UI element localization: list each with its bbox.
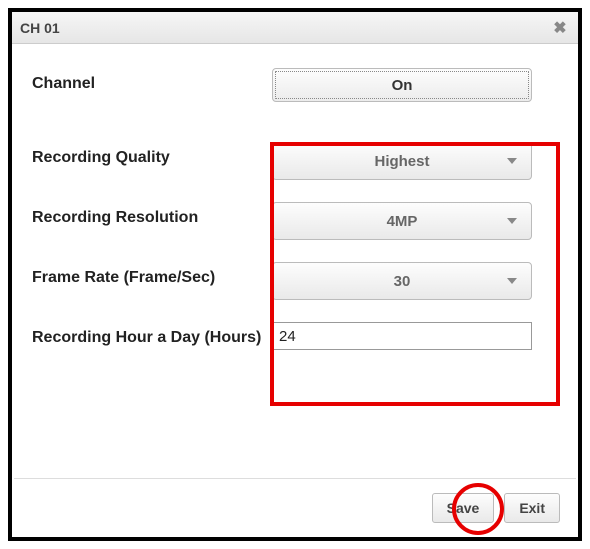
close-icon[interactable]: ✖: [550, 18, 570, 38]
channel-toggle[interactable]: On: [272, 68, 532, 102]
chevron-down-icon: [507, 278, 517, 284]
resolution-value: 4MP: [387, 213, 418, 230]
label-channel: Channel: [32, 68, 272, 94]
dialog-footer: Save Exit: [12, 479, 578, 537]
label-frame-rate: Frame Rate (Frame/Sec): [32, 262, 272, 288]
row-hours: Recording Hour a Day (Hours): [32, 322, 558, 350]
frame-rate-value: 30: [394, 273, 411, 290]
channel-toggle-value: On: [392, 77, 413, 94]
dialog-title: CH 01: [20, 20, 60, 36]
exit-button[interactable]: Exit: [504, 493, 560, 523]
hours-input[interactable]: [272, 322, 532, 350]
label-hours: Recording Hour a Day (Hours): [32, 322, 272, 348]
row-channel: Channel On: [32, 68, 558, 102]
label-quality: Recording Quality: [32, 142, 272, 168]
row-quality: Recording Quality Highest: [32, 142, 558, 180]
quality-dropdown[interactable]: Highest: [272, 142, 532, 180]
channel-settings-dialog: CH 01 ✖ Channel On Recording Quality Hig…: [8, 8, 582, 541]
dialog-content: Channel On Recording Quality Highest Rec…: [12, 44, 578, 478]
chevron-down-icon: [507, 218, 517, 224]
chevron-down-icon: [507, 158, 517, 164]
row-frame-rate: Frame Rate (Frame/Sec) 30: [32, 262, 558, 300]
label-resolution: Recording Resolution: [32, 202, 272, 228]
row-resolution: Recording Resolution 4MP: [32, 202, 558, 240]
titlebar: CH 01 ✖: [12, 12, 578, 44]
save-button[interactable]: Save: [432, 493, 495, 523]
quality-value: Highest: [374, 153, 429, 170]
resolution-dropdown[interactable]: 4MP: [272, 202, 532, 240]
frame-rate-dropdown[interactable]: 30: [272, 262, 532, 300]
